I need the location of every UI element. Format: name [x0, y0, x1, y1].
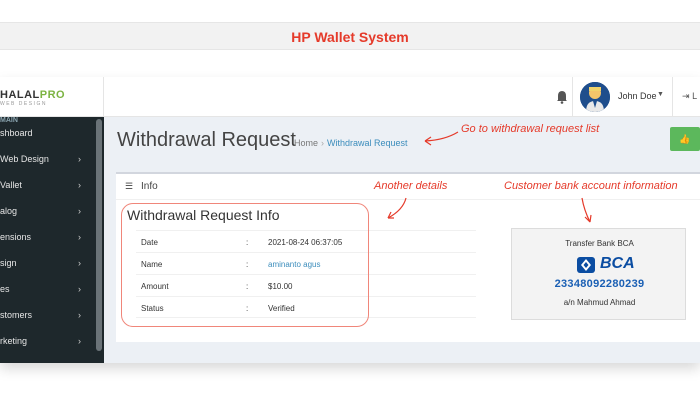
annotation-arrows	[387, 131, 592, 223]
